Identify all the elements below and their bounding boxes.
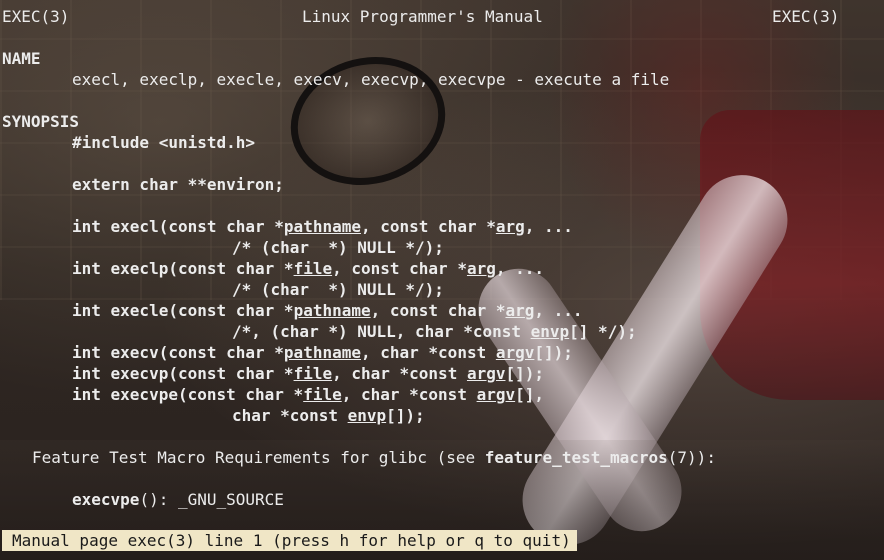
terminal-window[interactable]: EXEC(3) Linux Programmer's Manual EXEC(3… <box>0 0 884 560</box>
include-directive: #include <unistd.h> <box>72 133 256 152</box>
execvpe-function-name: execvpe <box>72 490 140 509</box>
param-pathname: pathname <box>283 217 361 236</box>
execl-prototype-continuation: /* (char *) NULL */); <box>232 238 444 257</box>
feature-test-macros-reference: feature_test_macros <box>484 448 668 467</box>
extern-environ-declaration: extern char **environ; <box>72 175 284 194</box>
name-description: execl, execlp, execle, execv, execvp, ex… <box>72 70 670 89</box>
section-name-heading: NAME <box>2 49 41 68</box>
param-pathname: pathname <box>293 301 371 320</box>
execl-prototype: int execl(const char *pathname, const ch… <box>72 217 573 236</box>
pager-status-bar: Manual page exec(3) line 1 (press h for … <box>2 530 577 551</box>
execv-prototype: int execv(const char *pathname, char *co… <box>72 343 573 362</box>
param-argv: argv <box>466 364 506 383</box>
param-file: file <box>303 385 342 404</box>
execvpe-feature-macro: execvpe(): _GNU_SOURCE <box>72 490 284 509</box>
feature-test-macro-requirements: Feature Test Macro Requirements for glib… <box>32 448 716 467</box>
param-arg: arg <box>495 217 525 236</box>
execle-prototype: int execle(const char *pathname, const c… <box>72 301 583 320</box>
execlp-prototype-continuation: /* (char *) NULL */); <box>232 280 444 299</box>
man-header-left: EXEC(3) <box>2 7 70 26</box>
execvp-prototype: int execvp(const char *file, char *const… <box>72 364 545 383</box>
param-file: file <box>293 259 333 278</box>
execle-prototype-continuation: /*, (char *) NULL, char *const envp[] */… <box>232 322 637 341</box>
param-arg: arg <box>466 259 496 278</box>
param-envp: envp <box>347 406 387 425</box>
man-header-right: EXEC(3) <box>772 7 840 26</box>
param-argv: argv <box>476 385 516 404</box>
execlp-prototype: int execlp(const char *file, const char … <box>72 259 545 278</box>
param-file: file <box>293 364 333 383</box>
execvpe-prototype-continuation: char *const envp[]); <box>232 406 425 425</box>
execvpe-prototype: int execvpe(const char *file, char *cons… <box>72 385 545 404</box>
param-envp: envp <box>530 322 570 341</box>
man-header-title: Linux Programmer's Manual <box>302 7 543 26</box>
param-arg: arg <box>505 301 535 320</box>
section-synopsis-heading: SYNOPSIS <box>2 112 80 131</box>
param-pathname: pathname <box>283 343 361 362</box>
param-argv: argv <box>495 343 535 362</box>
